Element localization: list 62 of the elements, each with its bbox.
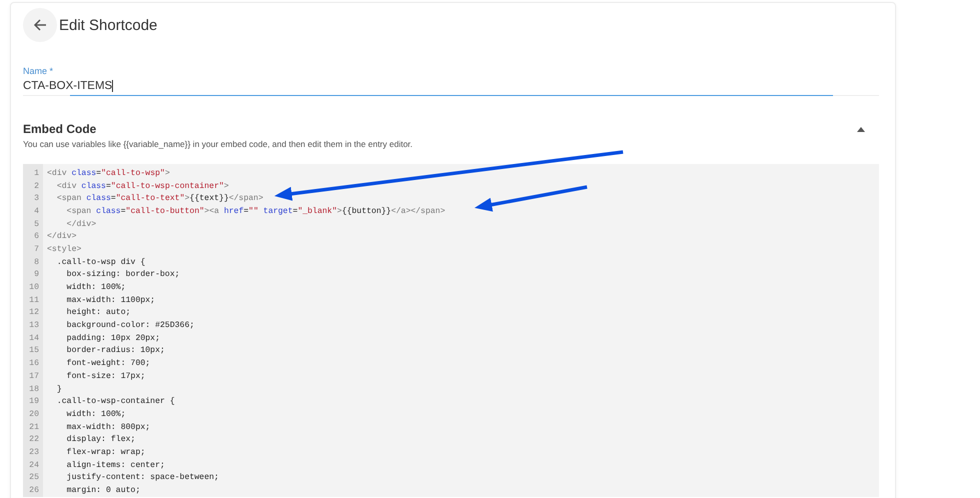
line-number: 21: [28, 422, 40, 432]
page-title: Edit Shortcode: [59, 16, 158, 34]
code-line: <span class="call-to-button"><a href="" target="_blank">{{button}}</a></span>: [66, 206, 446, 216]
code-line: width: 100%;: [66, 283, 126, 292]
line-number: 24: [28, 460, 40, 470]
code-line: </div>: [47, 232, 76, 242]
code-line: align-items: center;: [66, 460, 165, 470]
code-line: box-sizing: border-box;: [66, 270, 180, 280]
line-number: 5: [33, 220, 40, 229]
line-number: 26: [28, 486, 40, 496]
line-number: 9: [33, 270, 40, 280]
section-title: Embed Code: [23, 122, 96, 136]
line-number: 23: [28, 448, 40, 457]
line-number: 2: [33, 182, 40, 191]
code-line: padding: 10px 20px;: [66, 334, 160, 343]
line-number: 25: [28, 473, 40, 482]
code-line: margin: 0 auto;: [66, 486, 140, 496]
line-number: 13: [28, 321, 40, 330]
code-line: .call-to-wsp-container {: [56, 397, 175, 406]
line-number: 14: [28, 334, 40, 343]
code-line: <div class="call-to-wsp">: [47, 168, 170, 178]
code-line: width: 100%;: [66, 410, 126, 419]
back-arrow-icon: [33, 18, 47, 32]
caret-icon: [857, 126, 865, 132]
code-line: <div class="call-to-wsp-container">: [56, 182, 229, 191]
code-line: <span class="call-to-text">{{text}}</span>: [56, 194, 264, 204]
code-line: height: auto;: [66, 308, 131, 318]
field-label: Name *: [23, 66, 54, 76]
line-number: 8: [33, 258, 40, 267]
code-line: font-size: 17px;: [66, 372, 146, 381]
code-line: font-weight: 700;: [66, 359, 150, 368]
field-value: CTA-BOX-ITEMS: [23, 80, 114, 92]
line-number: 12: [28, 308, 40, 318]
line-number: 6: [33, 232, 40, 242]
line-number: 20: [28, 410, 40, 419]
line-number: 11: [28, 296, 40, 305]
name-field[interactable]: Name * CTA-BOX-ITEMS: [23, 66, 879, 96]
code-line: }: [56, 384, 62, 394]
section-hint: You can use variables like {{variable_name}} in your embed code, and then edit them in the entry editor.: [23, 139, 414, 149]
code-line: background-color: #25D366;: [66, 321, 194, 330]
back-button[interactable]: [23, 8, 57, 42]
code-line: border-radius: 10px;: [66, 346, 165, 356]
code-line: flex-wrap: wrap;: [66, 448, 146, 457]
code-line: max-width: 800px;: [66, 422, 150, 432]
line-number: 10: [28, 283, 40, 292]
line-number: 22: [28, 435, 40, 444]
code-line: </div>: [66, 220, 96, 229]
code-line: max-width: 1100px;: [66, 296, 156, 305]
line-number: 7: [33, 244, 40, 254]
line-number: 3: [33, 194, 40, 204]
line-number: 1: [33, 168, 40, 178]
code-line: .call-to-wsp div {: [56, 258, 146, 267]
line-number: 19: [28, 397, 40, 406]
line-number: 18: [28, 384, 40, 394]
line-number: 16: [28, 359, 40, 368]
code-line: justify-content: space-between;: [66, 473, 219, 482]
collapse-button[interactable]: [855, 124, 867, 134]
code-line: <style>: [47, 244, 82, 254]
code-line: display: flex;: [66, 435, 136, 444]
line-number: 15: [28, 346, 40, 356]
line-number: 4: [33, 206, 40, 216]
line-number: 17: [28, 372, 40, 381]
